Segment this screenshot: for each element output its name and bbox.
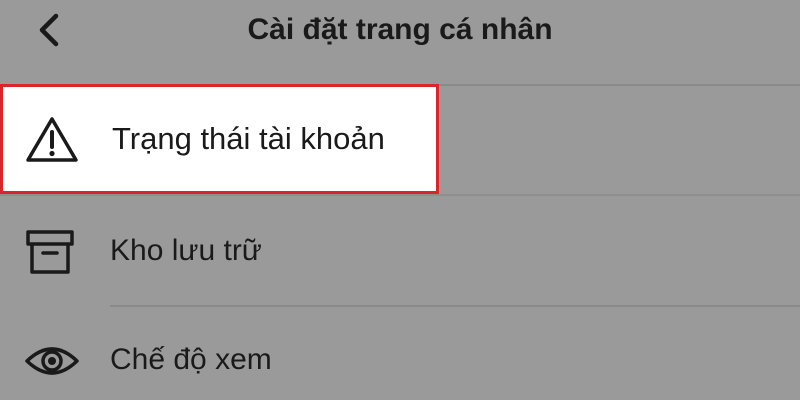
warning-triangle-icon [25,115,79,165]
menu-item-label: Trạng thái tài khoản [112,121,385,156]
page-title: Cài đặt trang cá nhân [247,13,553,46]
header: Cài đặt trang cá nhân [0,0,800,84]
menu-item-label: Chế độ xem [110,343,272,376]
menu-item-view-mode[interactable]: Chế độ xem [0,307,800,400]
menu-item-label: Kho lưu trữ [110,234,262,267]
eye-icon [24,335,80,387]
menu-item-archive[interactable]: Kho lưu trữ [0,196,800,306]
menu-item-account-status[interactable]: Trạng thái tài khoản [0,84,439,194]
profile-settings-screen: Cài đặt trang cá nhân Trạng thái tài kho… [0,0,800,400]
archive-box-icon [24,226,76,278]
